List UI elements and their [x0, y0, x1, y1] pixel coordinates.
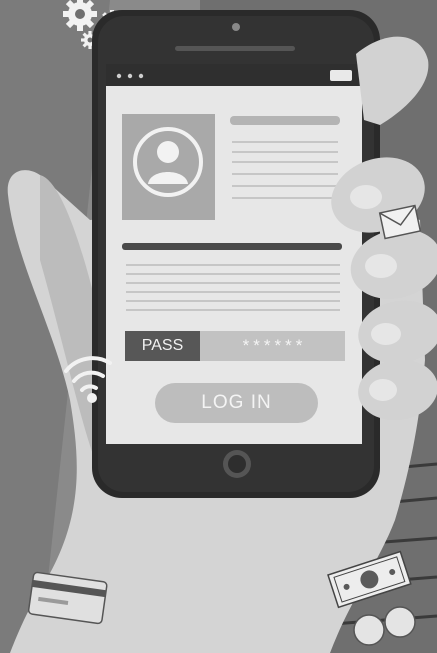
content-divider-bar	[122, 243, 342, 250]
profile-name-bar	[230, 116, 340, 125]
illustration	[0, 0, 437, 653]
front-camera	[232, 23, 240, 31]
password-input[interactable]: ******	[212, 331, 337, 361]
speaker-slot	[175, 46, 295, 51]
battery-icon	[330, 70, 352, 81]
status-bar	[106, 64, 362, 86]
login-button[interactable]: LOG IN	[155, 383, 318, 423]
password-label: PASS	[141, 337, 184, 354]
